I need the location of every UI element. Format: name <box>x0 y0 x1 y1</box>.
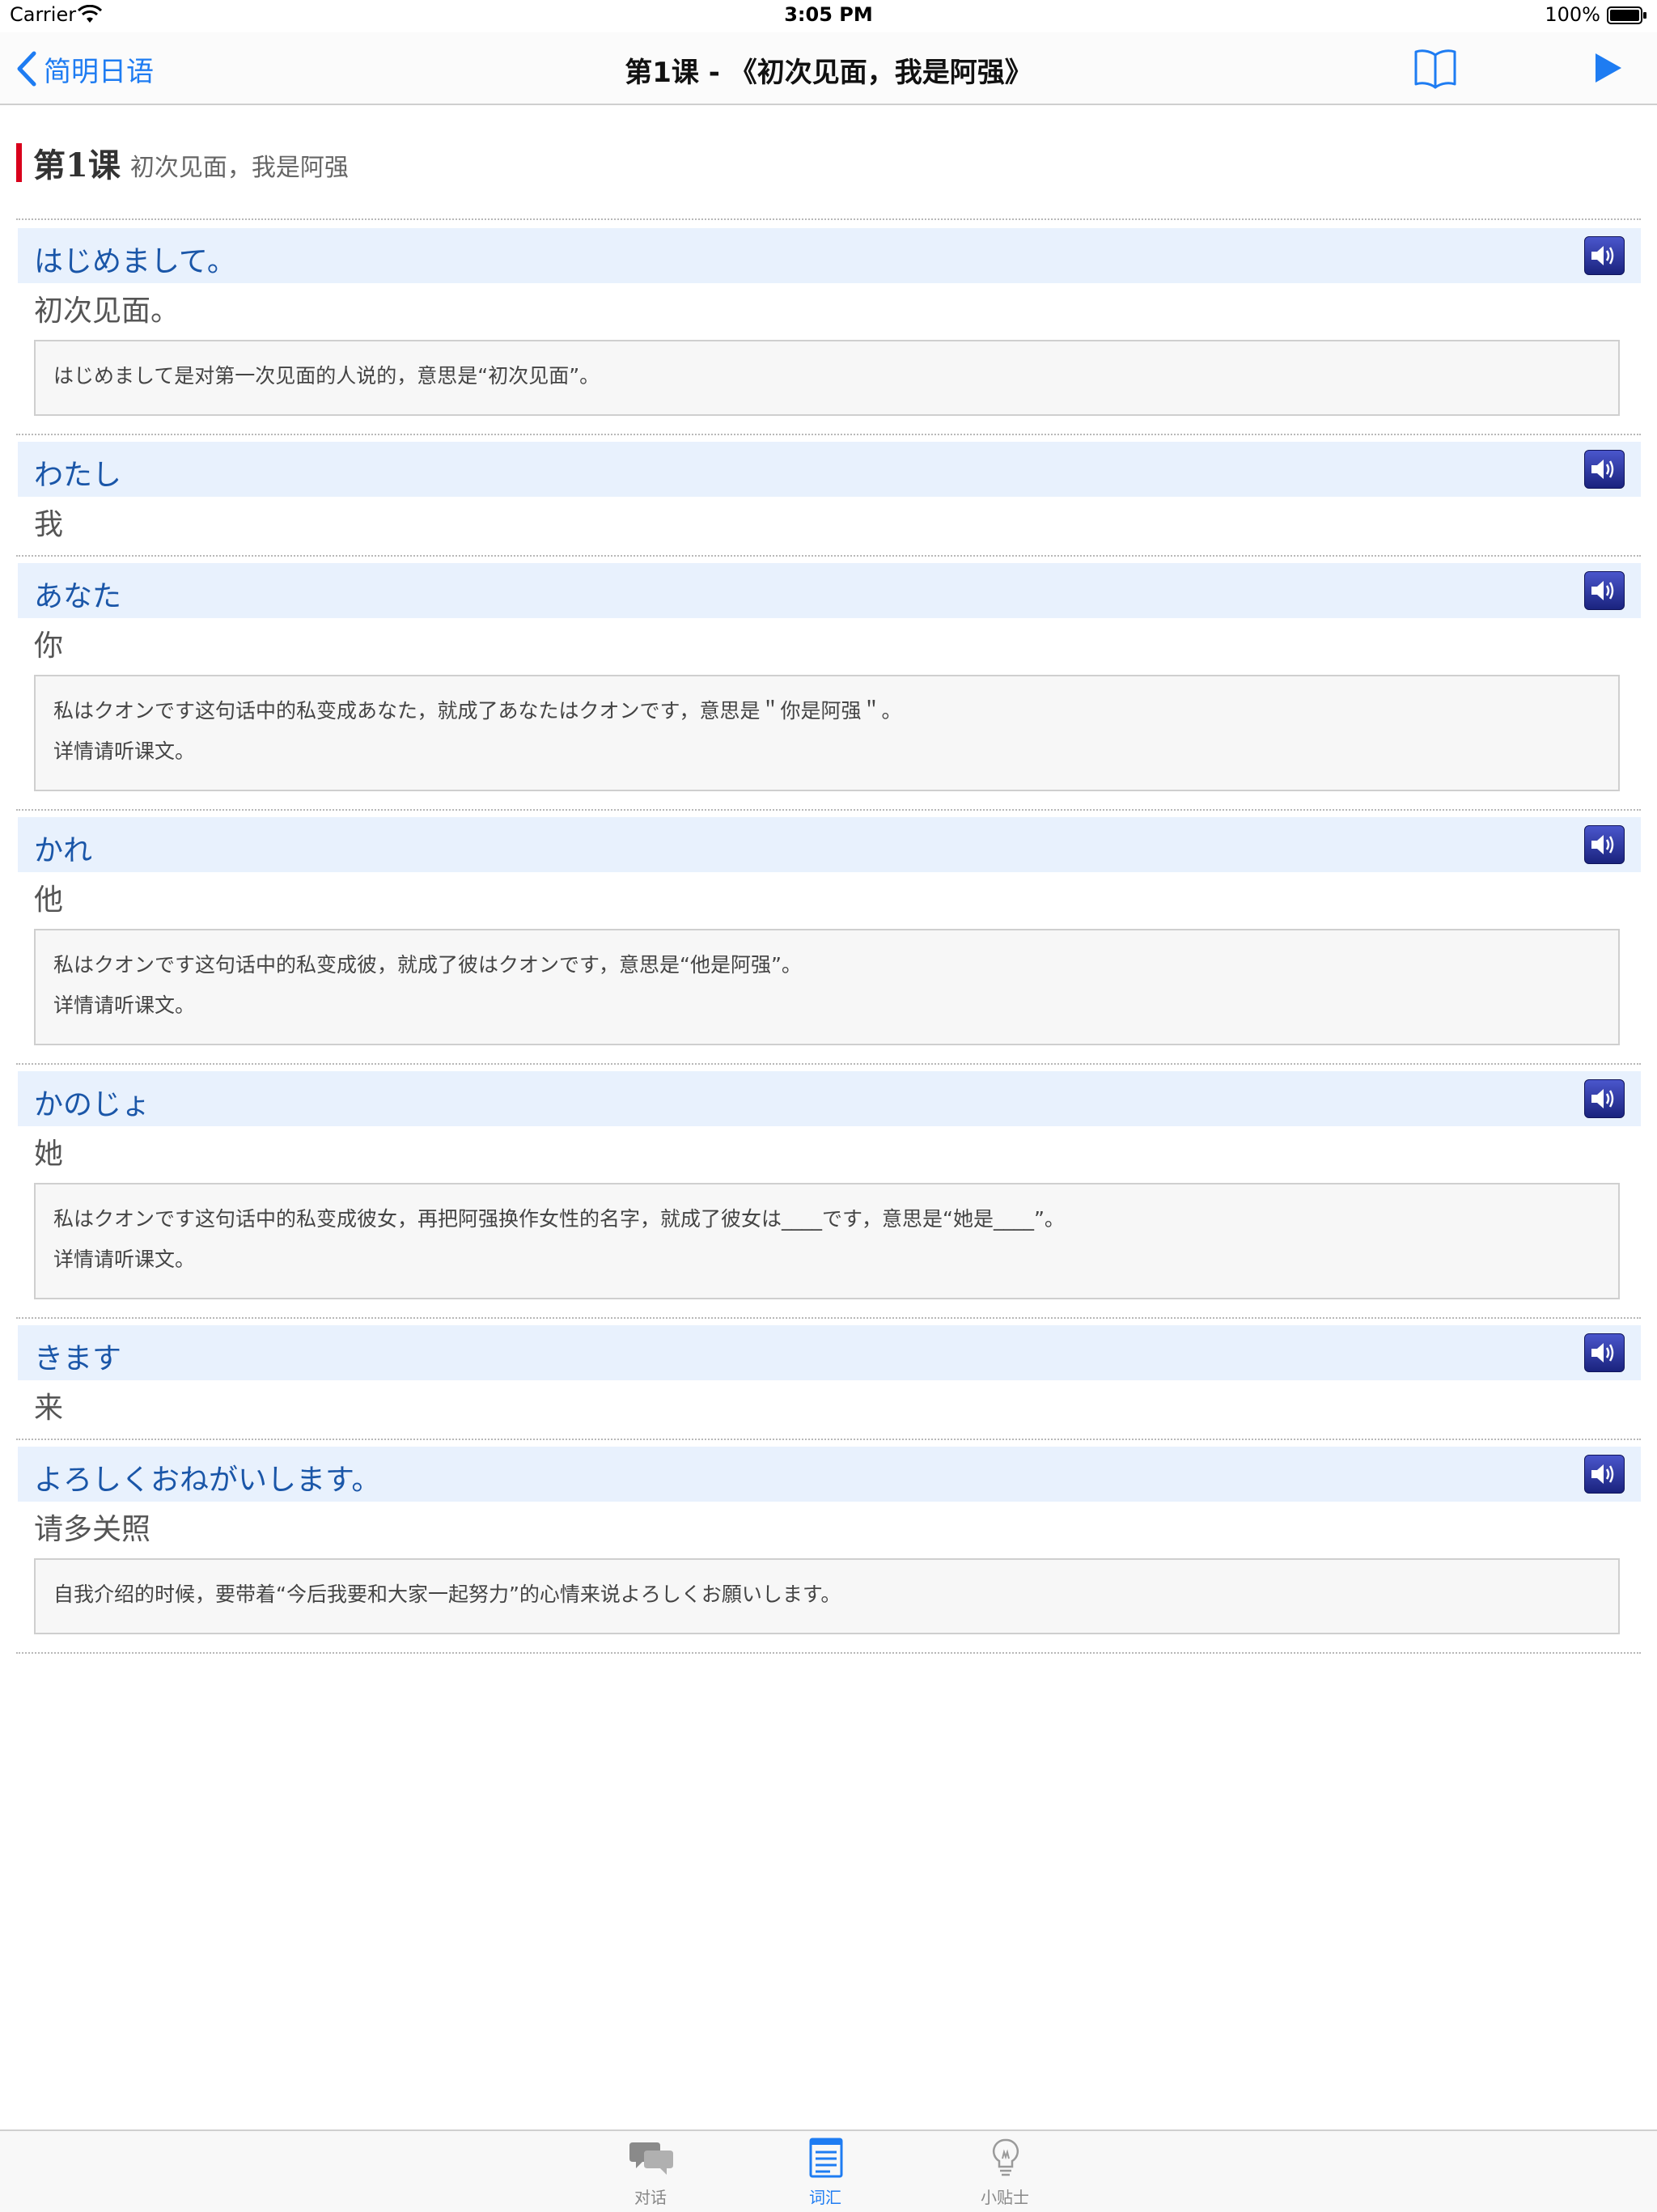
entry-note: 自我介绍的时候，要带着“今后我要和大家一起努力”的心情来说よろしくお願いします。 <box>34 1558 1620 1634</box>
lesson-subtitle: 初次见面，我是阿强 <box>129 154 349 182</box>
divider <box>16 1652 1641 1654</box>
entry-note: 私はクオンです这句话中的私变成あなた，就成了あなたはクオンです，意思是＂你是阿强… <box>34 675 1620 791</box>
note-line: はじめまして是对第一次见面的人说的，意思是“初次见面”。 <box>53 364 600 388</box>
vocab-entry-hajimemashite: はじめまして。 初次见面。 はじめまして是对第一次见面的人说的，意思是“初次见面… <box>18 228 1641 416</box>
entry-japanese: わたし <box>34 459 122 492</box>
entry-header: きます <box>18 1325 1641 1380</box>
entry-meaning: 初次见面。 <box>34 295 180 328</box>
tab-label: 对话 <box>634 2188 667 2207</box>
speaker-button[interactable] <box>1584 1333 1625 1372</box>
speaker-icon <box>1591 835 1614 854</box>
tab-label: 小贴士 <box>981 2188 1029 2207</box>
book-icon[interactable] <box>1411 44 1460 92</box>
entry-header: わたし <box>18 442 1641 497</box>
tab-label: 词汇 <box>809 2188 841 2207</box>
vocab-entry-kimasu: きます 来 <box>18 1325 1641 1437</box>
note-line: 私はクオンです这句话中的私变成彼女，再把阿强换作女性的名字，就成了彼女は____… <box>53 1207 1065 1231</box>
tab-tips[interactable]: 小贴士 <box>956 2138 1053 2210</box>
divider <box>16 555 1641 557</box>
entry-japanese: かれ <box>34 834 93 867</box>
entry-header: よろしくおねがいします。 <box>18 1447 1641 1502</box>
note-line: 详情请听课文。 <box>53 994 196 1017</box>
play-icon[interactable] <box>1591 49 1626 87</box>
vocab-entry-anata: あなた 你 私はクオンです这句话中的私变成あなた，就成了あなたはクオンです，意思… <box>18 563 1641 791</box>
entry-note: 私はクオンです这句话中的私变成彼女，再把阿强换作女性的名字，就成了彼女は____… <box>34 1183 1620 1299</box>
speaker-button[interactable] <box>1584 1455 1625 1494</box>
speaker-icon <box>1591 1464 1614 1484</box>
vocab-entry-yoroshiku: よろしくおねがいします。 请多关照 自我介绍的时候，要带着“今后我要和大家一起努… <box>18 1447 1641 1634</box>
battery-icon <box>1607 6 1646 24</box>
note-line: 详情请听课文。 <box>53 739 196 763</box>
navigation-bar: 简明日语 第1课 - 《初次见面，我是阿强》 <box>0 32 1657 105</box>
divider <box>16 1317 1641 1319</box>
status-time: 3:05 PM <box>784 3 873 26</box>
entry-header: あなた <box>18 563 1641 618</box>
speaker-icon <box>1591 581 1614 600</box>
entry-meaning: 你 <box>34 629 64 663</box>
divider <box>16 1439 1641 1440</box>
speaker-icon <box>1591 460 1614 479</box>
entry-meaning: 他 <box>34 884 64 917</box>
speaker-button[interactable] <box>1584 1079 1625 1118</box>
entry-note: はじめまして是对第一次见面的人说的，意思是“初次见面”。 <box>34 340 1620 416</box>
speaker-button[interactable] <box>1584 450 1625 489</box>
vocab-entry-kare: かれ 他 私はクオンです这句话中的私变成彼，就成了彼はクオンです，意思是“他是阿… <box>18 817 1641 1045</box>
entry-japanese: かのじょ <box>34 1088 151 1121</box>
status-bar: Carrier 3:05 PM 100% <box>0 0 1657 32</box>
document-icon <box>809 2138 843 2178</box>
divider <box>16 1063 1641 1065</box>
lightbulb-icon <box>992 2138 1019 2176</box>
note-line: 私はクオンです这句话中的私变成あなた，就成了あなたはクオンです，意思是＂你是阿强… <box>53 699 902 723</box>
speaker-icon <box>1591 1089 1614 1108</box>
entry-meaning: 来 <box>34 1392 64 1425</box>
tab-bar: 对话 词汇 小贴士 <box>0 2129 1657 2212</box>
lesson-accent-bar <box>16 143 22 182</box>
lesson-header: 第1课 初次见面，我是阿强 <box>16 142 349 184</box>
divider <box>16 434 1641 435</box>
entry-japanese: はじめまして。 <box>34 245 236 278</box>
vocabulary-content: 第1课 初次见面，我是阿强 はじめまして。 初次见面。 はじめまして是对第一次见… <box>0 105 1657 2128</box>
entry-note: 私はクオンです这句话中的私变成彼，就成了彼はクオンです，意思是“他是阿强”。 详… <box>34 929 1620 1045</box>
note-line: 私はクオンです这句话中的私变成彼，就成了彼はクオンです，意思是“他是阿强”。 <box>53 953 802 977</box>
entry-meaning: 我 <box>34 508 64 541</box>
vocab-entry-watashi: わたし 我 <box>18 442 1641 553</box>
entry-meaning: 她 <box>34 1138 64 1171</box>
note-line: 详情请听课文。 <box>53 1248 196 1271</box>
vocab-entry-kanojo: かのじょ 她 私はクオンです这句话中的私变成彼女，再把阿强换作女性的名字，就成了… <box>18 1071 1641 1299</box>
speaker-button[interactable] <box>1584 236 1625 275</box>
entry-header: かれ <box>18 817 1641 872</box>
speaker-button[interactable] <box>1584 825 1625 864</box>
speaker-icon <box>1591 1343 1614 1362</box>
divider <box>16 809 1641 811</box>
battery-percentage: 100% <box>1545 3 1600 26</box>
entry-japanese: きます <box>34 1342 122 1375</box>
entry-header: はじめまして。 <box>18 228 1641 283</box>
page-title: 第1课 - 《初次见面，我是阿强》 <box>625 57 1032 89</box>
entry-meaning: 请多关照 <box>34 1513 151 1546</box>
speaker-button[interactable] <box>1584 571 1625 610</box>
tab-dialogue[interactable]: 对话 <box>602 2138 699 2210</box>
entry-header: かのじょ <box>18 1071 1641 1126</box>
divider <box>16 218 1641 220</box>
chat-bubbles-icon <box>629 2142 673 2175</box>
entry-japanese: あなた <box>34 580 122 613</box>
note-line: 自我介绍的时候，要带着“今后我要和大家一起努力”的心情来说よろしくお願いします。 <box>53 1583 841 1606</box>
lesson-number: 第1课 <box>33 146 121 184</box>
tab-vocabulary[interactable]: 词汇 <box>777 2138 874 2210</box>
speaker-icon <box>1591 246 1614 265</box>
entry-japanese: よろしくおねがいします。 <box>34 1464 381 1497</box>
